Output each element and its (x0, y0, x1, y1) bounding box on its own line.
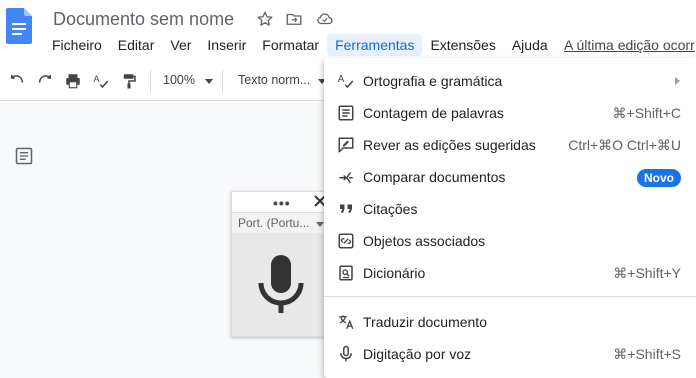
shortcut-label: Ctrl+⌘O Ctrl+⌘U (568, 137, 681, 153)
menu-item-translate-document[interactable]: Traduzir documento (324, 306, 696, 338)
shortcut-label: ⌘+Shift+Y (613, 265, 681, 281)
menu-item-dictionary[interactable]: Dicionário ⌘+Shift+Y (324, 257, 696, 289)
menu-item-label: Citações (363, 201, 418, 217)
menu-item-compare-documents[interactable]: Comparar documentos Novo (324, 161, 696, 193)
menu-item-label: Digitação por voz (363, 346, 472, 362)
menu-item-label: Contagem de palavras (363, 105, 504, 121)
menu-item-review-edits[interactable]: Rever as edições sugeridas Ctrl+⌘O Ctrl+… (324, 129, 696, 161)
voice-typing-widget: ••• Port. (Portu... (231, 191, 328, 337)
word-count-icon (337, 104, 355, 122)
star-icon[interactable] (256, 10, 274, 28)
cloud-saved-icon[interactable] (315, 10, 335, 28)
spellcheck-icon[interactable]: A (92, 72, 110, 90)
voice-language-label: Port. (Portu... (238, 216, 310, 230)
menu-item-word-count[interactable]: Contagem de palavras ⌘+Shift+C (324, 97, 696, 129)
shortcut-label: ⌘+Shift+S (613, 346, 681, 362)
menu-item-label: Traduzir documento (363, 314, 487, 330)
microphone-icon[interactable] (258, 255, 304, 315)
move-folder-icon[interactable] (285, 10, 303, 28)
menu-item-label: Comparar documentos (363, 169, 506, 185)
menu-item-spelling-grammar[interactable]: A Ortografia e gramática (324, 65, 696, 97)
menu-extensoes[interactable]: Extensões (422, 34, 503, 56)
header: Documento sem nome Ficheiro Editar Ver I… (0, 0, 696, 62)
redo-icon[interactable] (36, 72, 54, 90)
paint-format-icon[interactable] (120, 72, 138, 90)
last-edit-link[interactable]: A última edição ocorr (564, 37, 695, 53)
menu-ver[interactable]: Ver (162, 34, 199, 56)
zoom-caret-icon (205, 79, 213, 84)
translate-icon (337, 313, 355, 331)
menu-ajuda[interactable]: Ajuda (504, 34, 556, 56)
menu-ferramentas[interactable]: Ferramentas (327, 34, 423, 56)
paragraph-style-select[interactable]: Texto norm... (238, 73, 310, 87)
menu-divider (324, 296, 696, 297)
spellcheck-icon: A (337, 72, 355, 90)
menu-item-linked-objects[interactable]: Objetos associados (324, 225, 696, 257)
menu-item-citations[interactable]: Citações (324, 193, 696, 225)
dictionary-icon (337, 264, 355, 282)
docs-logo-icon[interactable] (6, 8, 32, 44)
mic-icon (337, 345, 355, 363)
submenu-arrow-icon (675, 77, 680, 85)
menu-item-voice-typing[interactable]: Digitação por voz ⌘+Shift+S (324, 338, 696, 370)
compare-icon (337, 168, 355, 186)
undo-icon[interactable] (8, 72, 26, 90)
voice-widget-titlebar[interactable]: ••• (232, 192, 327, 213)
voice-language-select[interactable]: Port. (Portu... (232, 213, 327, 233)
menu-item-label: Ortografia e gramática (363, 73, 503, 89)
menu-ficheiro[interactable]: Ficheiro (44, 34, 110, 56)
review-edits-icon (337, 136, 355, 154)
tools-menu: A Ortografia e gramática Contagem de pal… (324, 58, 696, 378)
quote-icon (337, 200, 355, 218)
menu-item-label: Dicionário (363, 265, 426, 281)
menu-item-label: Rever as edições sugeridas (363, 137, 536, 153)
chevron-down-icon (316, 222, 324, 227)
svg-text:A: A (94, 74, 100, 84)
zoom-select[interactable]: 100% (163, 73, 195, 87)
menu-item-label: Objetos associados (363, 233, 486, 249)
more-options-icon[interactable]: ••• (273, 195, 291, 211)
document-outline-icon[interactable] (14, 146, 34, 166)
menu-formatar[interactable]: Formatar (254, 34, 327, 56)
new-badge: Novo (637, 169, 681, 187)
linked-objects-icon (337, 232, 355, 250)
svg-text:A: A (338, 74, 345, 85)
shortcut-label: ⌘+Shift+C (612, 105, 681, 121)
menu-inserir[interactable]: Inserir (199, 34, 254, 56)
document-title[interactable]: Documento sem nome (53, 9, 234, 30)
menubar: Ficheiro Editar Ver Inserir Formatar Fer… (44, 34, 556, 56)
print-icon[interactable] (64, 72, 82, 90)
menu-editar[interactable]: Editar (110, 34, 163, 56)
